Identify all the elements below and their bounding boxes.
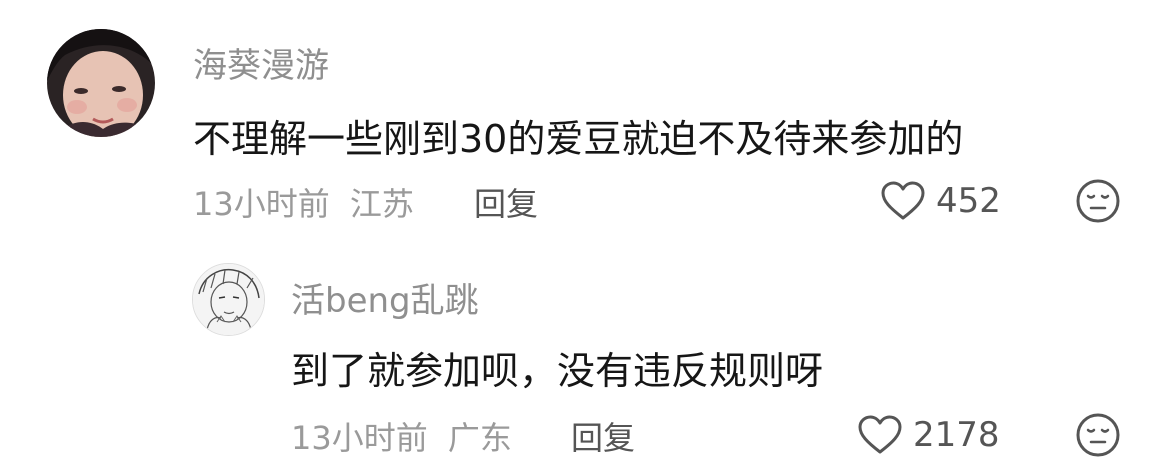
neutral-face-icon [1076, 179, 1120, 223]
comment-username[interactable]: 活beng乱跳 [291, 273, 479, 322]
comment-text: 不理解一些刚到30的爱豆就迫不及待来参加的 [193, 117, 964, 161]
comment-item: 海葵漫游 不理解一些刚到30的爱豆就迫不及待来参加的 13小时前 江苏 回复 4… [0, 0, 1169, 240]
reaction-button[interactable] [1075, 412, 1121, 462]
comment-username[interactable]: 海葵漫游 [193, 38, 329, 87]
comment-time: 13小时前 [193, 185, 330, 223]
comment-text: 到了就参加呗，没有违反规则呀 [291, 349, 824, 393]
avatar[interactable] [192, 263, 265, 336]
comment-meta: 13小时前 广东 [291, 413, 512, 459]
like-count: 2178 [913, 415, 1000, 455]
avatar[interactable] [47, 29, 155, 137]
like-button[interactable]: 2178 [857, 410, 1000, 460]
comment-meta: 13小时前 江苏 [193, 179, 414, 225]
reaction-button[interactable] [1075, 178, 1121, 228]
user-avatar-photo-icon [47, 29, 155, 137]
user-avatar-sketch-icon [193, 264, 264, 335]
reply-button[interactable]: 回复 [571, 413, 635, 459]
comment-location: 江苏 [349, 185, 414, 223]
like-button[interactable]: 452 [880, 176, 1001, 226]
reply-item: 活beng乱跳 到了就参加呗，没有违反规则呀 13小时前 广东 回复 2178 [0, 240, 1169, 467]
neutral-face-icon [1076, 413, 1120, 457]
like-count: 452 [936, 181, 1001, 221]
heart-outline-icon [881, 181, 925, 220]
reply-button[interactable]: 回复 [474, 179, 538, 225]
comment-time: 13小时前 [291, 419, 428, 457]
heart-outline-icon [858, 415, 902, 454]
comment-location: 广东 [447, 419, 512, 457]
